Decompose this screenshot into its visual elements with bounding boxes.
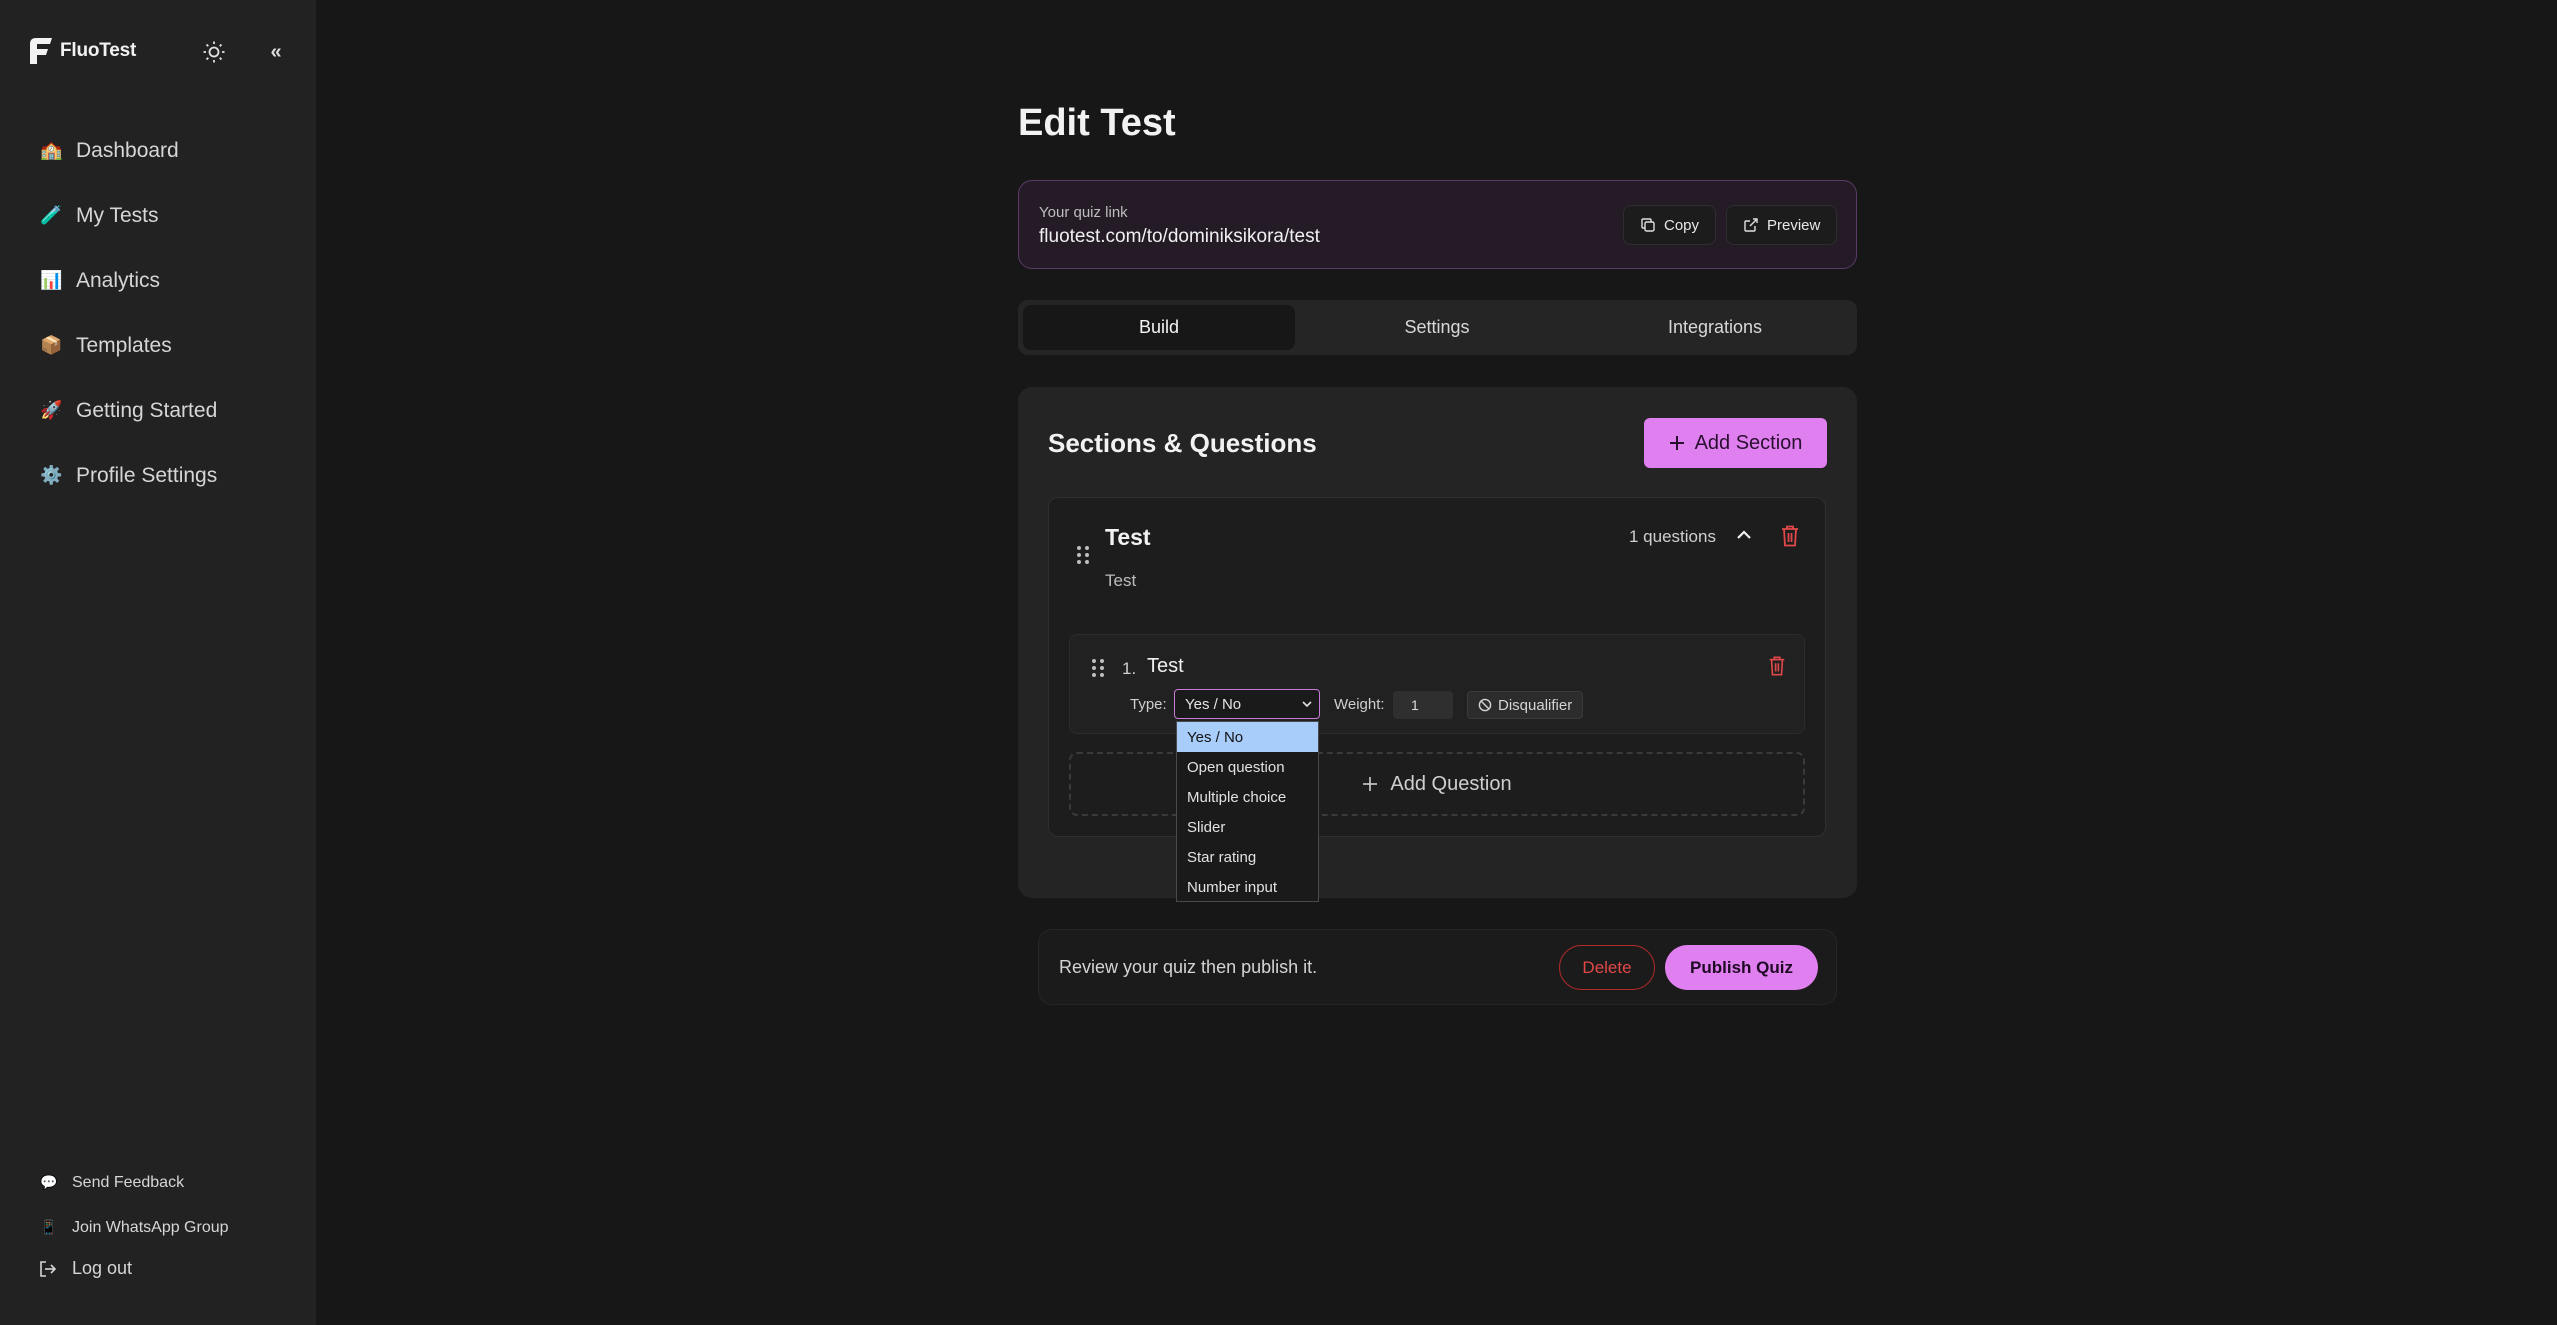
type-label: Type:	[1130, 696, 1167, 713]
add-section-label: Add Section	[1694, 431, 1803, 454]
sidebar-item-dashboard[interactable]: 🏫 Dashboard	[40, 118, 290, 183]
section-question-count: 1 questions	[1629, 527, 1716, 546]
weight-label: Weight:	[1334, 696, 1385, 713]
preview-label: Preview	[1767, 216, 1821, 234]
logout-button[interactable]: Log out	[38, 1258, 132, 1279]
add-question-label: Add Question	[1390, 772, 1512, 795]
collapse-sidebar-button[interactable]: «	[262, 38, 290, 66]
sidebar-item-templates[interactable]: 📦 Templates	[40, 313, 290, 378]
school-icon: 🏫	[40, 140, 63, 160]
editor-tabs: Build Settings Integrations	[1018, 300, 1857, 355]
delete-button[interactable]: Delete	[1559, 945, 1655, 990]
tab-build[interactable]: Build	[1023, 305, 1295, 350]
dropdown-option-multiple-choice[interactable]: Multiple choice	[1177, 782, 1318, 812]
sidebar: FluoTest « 🏫 Dashboard 🧪 My Tests 📊 Anal…	[0, 0, 316, 1325]
dropdown-option-yes-no[interactable]: Yes / No	[1177, 722, 1318, 752]
sidebar-item-label: Getting Started	[76, 398, 218, 422]
external-link-icon	[1744, 218, 1758, 232]
section-title[interactable]: Test	[1105, 524, 1151, 551]
question-title[interactable]: Test	[1147, 655, 1184, 678]
disqualifier-label: Disqualifier	[1498, 696, 1573, 714]
sun-icon	[203, 41, 225, 63]
quiz-link-caption: Your quiz link	[1039, 204, 1128, 221]
sidebar-item-label: Dashboard	[76, 138, 179, 162]
app-name: FluoTest	[60, 40, 137, 61]
quiz-link-url[interactable]: fluotest.com/to/dominiksikora/test	[1039, 226, 1320, 248]
disqualifier-toggle[interactable]: Disqualifier	[1467, 691, 1584, 719]
sidebar-item-label: Analytics	[76, 268, 161, 292]
logout-label: Log out	[72, 1258, 133, 1278]
question-card: 1. Test Type: Yes / No Weight: 1 Disqual…	[1069, 634, 1805, 734]
question-number: 1.	[1122, 659, 1137, 678]
drag-handle-icon[interactable]	[1077, 546, 1089, 564]
add-section-button[interactable]: Add Section	[1644, 418, 1827, 468]
section-card: Test Test 1 questions 1. Test Type: Yes …	[1048, 497, 1826, 837]
test-tube-icon: 🧪	[40, 205, 63, 225]
drag-handle-icon[interactable]	[1092, 659, 1104, 677]
rocket-icon: 🚀	[40, 400, 63, 420]
sidebar-item-profile-settings[interactable]: ⚙️ Profile Settings	[40, 443, 290, 508]
dropdown-option-slider[interactable]: Slider	[1177, 812, 1318, 842]
question-type-value: Yes / No	[1185, 695, 1242, 713]
publish-quiz-button[interactable]: Publish Quiz	[1665, 945, 1818, 990]
gear-icon: ⚙️	[40, 465, 63, 485]
dropdown-option-star-rating[interactable]: Star rating	[1177, 842, 1318, 872]
dropdown-option-open-question[interactable]: Open question	[1177, 752, 1318, 782]
sidebar-nav: 🏫 Dashboard 🧪 My Tests 📊 Analytics 📦 Tem…	[40, 118, 290, 508]
question-type-select[interactable]: Yes / No	[1174, 689, 1320, 719]
package-icon: 📦	[40, 335, 63, 355]
logout-icon	[40, 1260, 57, 1277]
dropdown-option-number-input[interactable]: Number input	[1177, 872, 1318, 902]
tab-settings[interactable]: Settings	[1301, 305, 1573, 350]
weight-input[interactable]: 1	[1393, 691, 1453, 719]
sidebar-item-label: My Tests	[76, 203, 159, 227]
brand[interactable]: FluoTest	[28, 36, 136, 66]
publish-message: Review your quiz then publish it.	[1059, 957, 1318, 977]
preview-button[interactable]: Preview	[1726, 205, 1838, 245]
fluotest-logo-icon	[30, 38, 52, 64]
trash-icon[interactable]	[1767, 655, 1787, 677]
sidebar-item-analytics[interactable]: 📊 Analytics	[40, 248, 290, 313]
theme-toggle-button[interactable]	[200, 38, 228, 66]
speech-bubble-icon: 💬	[40, 1174, 58, 1190]
bar-chart-icon: 📊	[40, 270, 63, 290]
tab-integrations[interactable]: Integrations	[1579, 305, 1851, 350]
section-description[interactable]: Test	[1105, 571, 1136, 591]
sidebar-footer: 💬 Send Feedback 📱 Join WhatsApp Group	[40, 1160, 290, 1250]
chevron-down-icon	[1302, 701, 1312, 708]
copy-label: Copy	[1664, 216, 1700, 234]
mobile-phone-icon: 📱	[40, 1219, 58, 1235]
sections-panel-title: Sections & Questions	[1048, 428, 1317, 458]
sidebar-item-label: Profile Settings	[76, 463, 218, 487]
copy-link-button[interactable]: Copy	[1623, 205, 1717, 245]
copy-icon	[1641, 218, 1655, 232]
quiz-link-card: Your quiz link fluotest.com/to/dominiksi…	[1018, 180, 1857, 269]
send-feedback-label: Send Feedback	[72, 1173, 185, 1191]
sidebar-item-label: Templates	[76, 333, 172, 357]
plus-icon	[1363, 777, 1378, 791]
question-type-dropdown: Yes / No Open question Multiple choice S…	[1176, 721, 1319, 902]
join-whatsapp-label: Join WhatsApp Group	[72, 1218, 229, 1236]
sections-panel: Sections & Questions Add Section Test Te…	[1018, 387, 1857, 898]
page-title: Edit Test	[1018, 102, 1176, 144]
chevron-up-icon[interactable]	[1733, 524, 1755, 546]
publish-bar: Review your quiz then publish it. Delete…	[1038, 929, 1837, 1005]
join-whatsapp-link[interactable]: 📱 Join WhatsApp Group	[40, 1205, 290, 1250]
sidebar-item-my-tests[interactable]: 🧪 My Tests	[40, 183, 290, 248]
ban-icon	[1478, 698, 1492, 712]
send-feedback-link[interactable]: 💬 Send Feedback	[40, 1160, 290, 1205]
trash-icon[interactable]	[1779, 524, 1801, 548]
sidebar-item-getting-started[interactable]: 🚀 Getting Started	[40, 378, 290, 443]
plus-icon	[1669, 436, 1684, 450]
double-chevron-left-icon: «	[270, 40, 282, 63]
